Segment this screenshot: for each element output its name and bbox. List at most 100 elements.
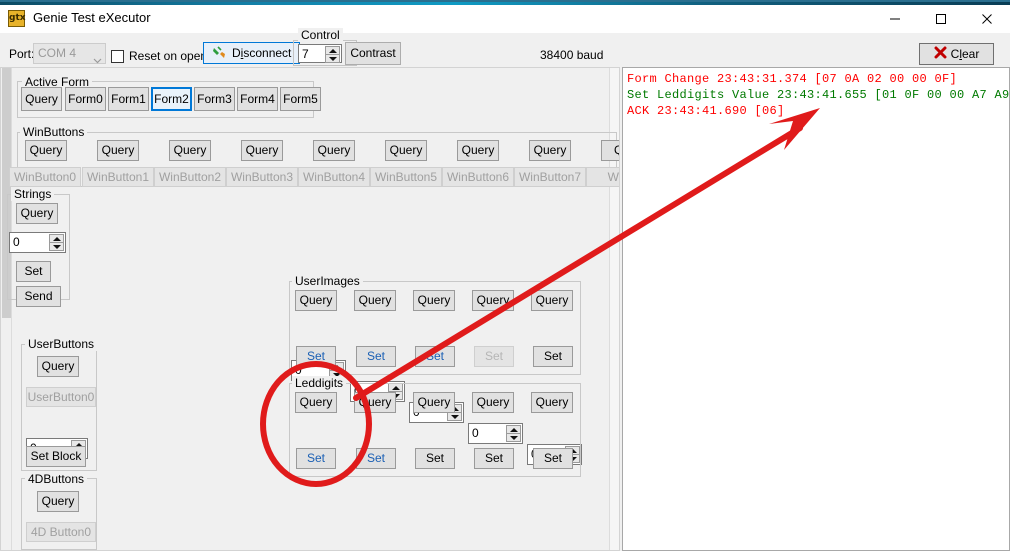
clear-label: Clear: [951, 47, 980, 61]
stepper-up-icon[interactable]: [325, 46, 340, 54]
leddigits-set-0[interactable]: Set: [296, 448, 336, 469]
log-output-panel[interactable]: Form Change 23:43:31.374 [07 0A 02 00 00…: [622, 67, 1010, 551]
winbutton-7[interactable]: WinButton7: [514, 167, 586, 187]
stepper-arrows[interactable]: [325, 46, 340, 63]
leddigits-set-1[interactable]: Set: [356, 448, 396, 469]
winbuttons-query-6[interactable]: Query: [457, 140, 499, 161]
reset-on-open-label: Reset on open: [129, 49, 207, 63]
set-block-button[interactable]: Set Block: [26, 446, 86, 467]
disconnect-label: Disconnect: [232, 46, 291, 60]
userimages-query-4[interactable]: Query: [531, 290, 573, 311]
winbutton-6[interactable]: WinButton6: [442, 167, 514, 187]
left-panel-scrollbar[interactable]: [1, 68, 12, 551]
port-label: Port:: [9, 47, 34, 61]
control-group-label: Control: [298, 28, 343, 42]
application-window: gtx Genie Test eXecutor Port: COM 4 Rese…: [0, 0, 1010, 551]
title-bar: gtx Genie Test eXecutor: [0, 0, 1010, 33]
active-form-query-button[interactable]: Query: [21, 87, 62, 111]
active-form-button-3[interactable]: Form3: [194, 87, 235, 111]
winbuttons-query-7[interactable]: Query: [529, 140, 571, 161]
winbuttons-query-3[interactable]: Query: [241, 140, 283, 161]
winbutton-1[interactable]: WinButton1: [82, 167, 154, 187]
strings-send-button[interactable]: Send: [16, 286, 61, 307]
winbutton-3[interactable]: WinButton3: [226, 167, 298, 187]
userimages-query-2[interactable]: Query: [413, 290, 455, 311]
leddigits-query-3[interactable]: Query: [472, 392, 514, 413]
stepper-down-icon[interactable]: [49, 242, 64, 251]
userbuttons-query-button[interactable]: Query: [37, 356, 79, 377]
stepper-down-icon[interactable]: [325, 54, 340, 63]
chevron-down-icon: [93, 51, 100, 55]
winbuttons-query-5[interactable]: Query: [385, 140, 427, 161]
active-form-button-0[interactable]: Form0: [65, 87, 106, 111]
winbutton-5[interactable]: WinButton5: [370, 167, 442, 187]
userimages-group-label: UserImages: [292, 274, 363, 288]
winbuttons-query-2[interactable]: Query: [169, 140, 211, 161]
control-value-stepper[interactable]: 7: [298, 44, 342, 63]
strings-group-label: Strings: [11, 187, 54, 201]
leddigits-query-0[interactable]: Query: [295, 392, 337, 413]
winbuttons-query-1[interactable]: Query: [97, 140, 139, 161]
fourd-button-0[interactable]: 4D Button0: [26, 522, 96, 542]
maximize-icon[interactable]: [918, 2, 964, 35]
baud-status: 38400 baud: [540, 48, 603, 62]
leddigits-query-4[interactable]: Query: [531, 392, 573, 413]
checkbox-box: [111, 50, 124, 63]
winbutton-8[interactable]: WinB: [586, 167, 620, 187]
port-select[interactable]: COM 4: [33, 43, 106, 64]
close-x-icon: [934, 46, 947, 62]
active-form-button-4[interactable]: Form4: [237, 87, 278, 111]
clear-button[interactable]: Clear: [919, 43, 994, 65]
strings-value: 0: [13, 233, 20, 252]
reset-on-open-checkbox[interactable]: Reset on open: [111, 49, 207, 63]
active-form-button-2[interactable]: Form2: [151, 87, 192, 111]
stepper-up-icon[interactable]: [49, 234, 64, 242]
app-icon: gtx: [8, 10, 25, 27]
userimages-set-4[interactable]: Set: [533, 346, 573, 367]
active-form-button-5[interactable]: Form5: [280, 87, 321, 111]
plug-icon: [212, 45, 227, 62]
leddigits-group-label: Leddigits: [292, 376, 346, 390]
stepper-arrows[interactable]: [49, 234, 64, 251]
userimages-set-1[interactable]: Set: [356, 346, 396, 367]
winbutton-4[interactable]: WinButton4: [298, 167, 370, 187]
leddigits-set-3[interactable]: Set: [474, 448, 514, 469]
userimages-query-0[interactable]: Query: [295, 290, 337, 311]
userimages-query-3[interactable]: Query: [472, 290, 514, 311]
strings-set-button[interactable]: Set: [16, 261, 51, 282]
userbuttons-group-label: UserButtons: [25, 337, 97, 351]
winbuttons-query-8[interactable]: Qu: [601, 140, 620, 161]
leddigits-query-2[interactable]: Query: [413, 392, 455, 413]
control-value: 7: [302, 45, 309, 64]
fourdbuttons-group-label: 4DButtons: [25, 472, 87, 486]
title-accent-strip: [0, 2, 1010, 5]
winbuttons-group-label: WinButtons: [20, 125, 87, 139]
userimages-set-3[interactable]: Set: [474, 346, 514, 367]
userbutton-0[interactable]: UserButton0: [26, 387, 96, 407]
winbuttons-query-4[interactable]: Query: [313, 140, 355, 161]
strings-value-stepper[interactable]: 0: [9, 232, 66, 253]
winbutton-2[interactable]: WinButton2: [154, 167, 226, 187]
leddigits-query-1[interactable]: Query: [354, 392, 396, 413]
log-line: Set Leddigits Value 23:43:41.655 [01 0F …: [623, 87, 1009, 103]
window-controls: [872, 2, 1010, 35]
active-form-button-1[interactable]: Form1: [108, 87, 149, 111]
minimize-icon[interactable]: [872, 2, 918, 35]
userimages-set-0[interactable]: Set: [296, 346, 336, 367]
contrast-button[interactable]: Contrast: [345, 42, 401, 65]
log-line: Form Change 23:43:31.374 [07 0A 02 00 00…: [623, 71, 1009, 87]
window-title: Genie Test eXecutor: [33, 10, 151, 25]
app-icon-text: gtx: [9, 11, 24, 26]
winbutton-0[interactable]: WinButton0: [9, 167, 81, 187]
port-select-value: COM 4: [38, 46, 76, 60]
userimages-set-2[interactable]: Set: [415, 346, 455, 367]
fourdbuttons-query-button[interactable]: Query: [37, 491, 79, 512]
leddigits-set-4[interactable]: Set: [533, 448, 573, 469]
strings-query-button[interactable]: Query: [16, 203, 58, 224]
userimages-query-1[interactable]: Query: [354, 290, 396, 311]
leddigits-set-2[interactable]: Set: [415, 448, 455, 469]
disconnect-button[interactable]: Disconnect: [203, 42, 300, 64]
winbuttons-query-0[interactable]: Query: [25, 140, 67, 161]
close-icon[interactable]: [964, 2, 1010, 35]
log-line: ACK 23:43:41.690 [06]: [623, 103, 1009, 119]
